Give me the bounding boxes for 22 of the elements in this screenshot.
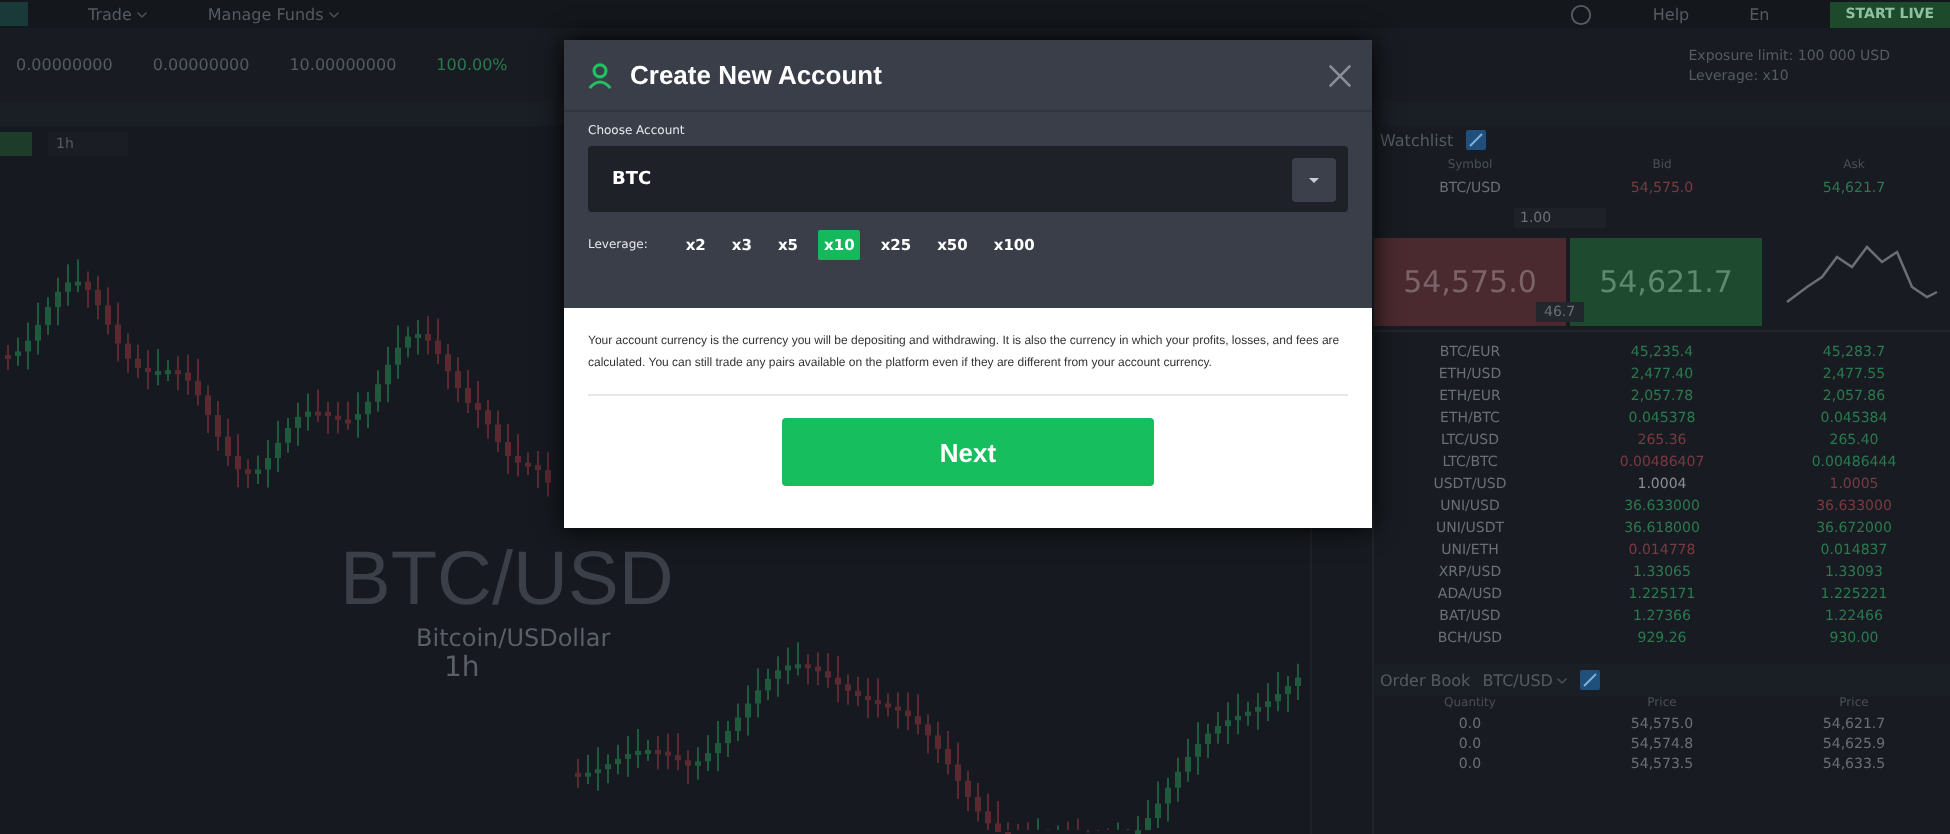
caret-icon [135, 8, 148, 20]
dialog-title: Create New Account [630, 60, 882, 90]
language-menu[interactable]: En [1689, 5, 1770, 23]
stat-value: 0.00000000 [16, 56, 113, 74]
caret-icon [1556, 674, 1569, 686]
user-icon [588, 61, 612, 89]
nav-menu[interactable]: Trade [28, 5, 148, 23]
symbol-select[interactable]: BTC/USD [1482, 671, 1569, 689]
chart-description: Bitcoin/USDollar [416, 624, 613, 652]
close-icon[interactable] [1328, 63, 1352, 87]
panel-title: Watchlist [1380, 131, 1454, 149]
next-button[interactable]: Next [782, 418, 1154, 486]
stat-value: 100.00% [436, 56, 508, 74]
caret-icon [327, 8, 340, 20]
help-menu[interactable]: Help [1592, 5, 1690, 23]
info-icon [1570, 3, 1593, 25]
chart-interval: 1h [444, 652, 482, 684]
nav-menu[interactable]: Manage Funds [147, 5, 340, 23]
panel-title: Order Book [1380, 671, 1471, 689]
stat-value: 10.00000000 [289, 56, 397, 74]
stat-value: 0.00000000 [152, 56, 250, 74]
account-select[interactable]: BTC [588, 146, 1348, 212]
